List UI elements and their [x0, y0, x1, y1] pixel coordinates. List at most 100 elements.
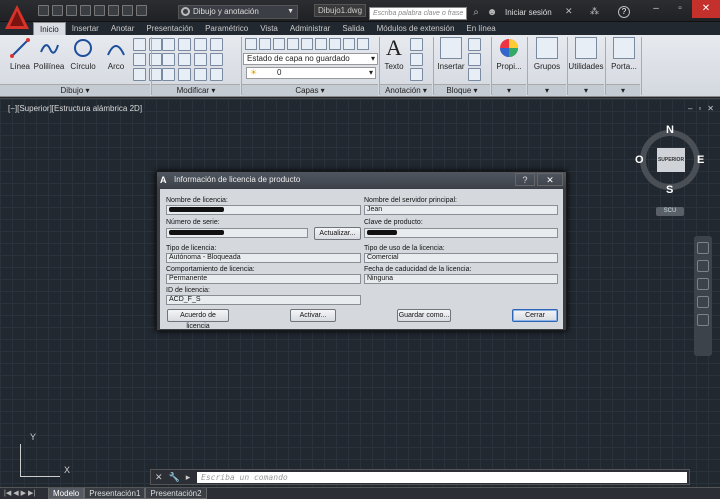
rectangle-icon[interactable]: [133, 38, 146, 51]
steering-wheel-icon[interactable]: [697, 242, 709, 254]
explode-icon[interactable]: [210, 53, 223, 66]
command-prompt-icon[interactable]: ▸: [186, 472, 191, 483]
rotate-icon[interactable]: [178, 38, 191, 51]
tab-salida[interactable]: Salida: [336, 22, 370, 35]
panel-bloque[interactable]: Bloque ▾: [434, 84, 490, 96]
prev-layout-icon[interactable]: ◀: [13, 489, 18, 497]
panel-modificar[interactable]: Modificar ▾: [152, 84, 240, 96]
array-icon[interactable]: [194, 68, 207, 81]
layer-unisolate-icon[interactable]: [343, 38, 355, 50]
search-icon[interactable]: ⌕: [470, 7, 482, 19]
plot-icon[interactable]: [94, 5, 105, 16]
dialog-help-button[interactable]: ?: [515, 173, 535, 186]
next-layout-icon[interactable]: ▶: [21, 489, 26, 497]
panel-dibujo[interactable]: Dibujo ▾: [0, 84, 150, 96]
minimize-button[interactable]: –: [644, 0, 668, 18]
dimension-icon[interactable]: [410, 38, 423, 51]
leader-icon[interactable]: [410, 53, 423, 66]
ellipse-icon[interactable]: [133, 53, 146, 66]
wrench-icon[interactable]: 🔧: [169, 472, 180, 483]
print-icon[interactable]: [108, 5, 119, 16]
tab-insertar[interactable]: Insertar: [66, 22, 105, 35]
compass-south[interactable]: S: [666, 184, 673, 196]
viewcube[interactable]: SUPERIOR N S E O: [635, 124, 704, 196]
save-as-icon[interactable]: [80, 5, 91, 16]
dialog-title-bar[interactable]: A Información de licencia de producto ? …: [157, 172, 566, 188]
application-menu-button[interactable]: [2, 2, 32, 32]
save-icon[interactable]: [66, 5, 77, 16]
erase-icon[interactable]: [210, 38, 223, 51]
tab-en-linea[interactable]: En línea: [460, 22, 501, 35]
panel-utilities-foot[interactable]: ▾: [568, 84, 604, 96]
sign-in-button[interactable]: Iniciar sesión: [505, 8, 552, 17]
stretch-icon[interactable]: [162, 68, 175, 81]
last-layout-icon[interactable]: ▶|: [28, 489, 35, 497]
new-icon[interactable]: [38, 5, 49, 16]
close-icon[interactable]: ✕: [155, 472, 163, 483]
orbit-icon[interactable]: [697, 296, 709, 308]
tab-vista[interactable]: Vista: [254, 22, 284, 35]
tab-parametrico[interactable]: Paramétrico: [199, 22, 254, 35]
pan-icon[interactable]: [697, 260, 709, 272]
viewport-close-button[interactable]: ✕: [707, 104, 714, 113]
layer-freeze-icon[interactable]: [287, 38, 299, 50]
region-icon[interactable]: [133, 68, 146, 81]
panel-clipboard-foot[interactable]: ▾: [606, 84, 640, 96]
command-input[interactable]: Escriba un comando: [197, 472, 687, 483]
tab-administrar[interactable]: Administrar: [284, 22, 336, 35]
zoom-icon[interactable]: [697, 278, 709, 290]
close-button[interactable]: Cerrar: [512, 309, 558, 322]
ucs-menu[interactable]: SCU: [656, 207, 684, 216]
panel-groups-foot[interactable]: ▾: [528, 84, 566, 96]
undo-icon[interactable]: [122, 5, 133, 16]
mirror-icon[interactable]: [178, 53, 191, 66]
layer-isolate-icon[interactable]: [273, 38, 285, 50]
table-annot-icon[interactable]: [410, 68, 423, 81]
update-button[interactable]: Actualizar...: [314, 227, 361, 240]
tab-modelo[interactable]: Modelo: [48, 488, 85, 499]
panel-properties-foot[interactable]: ▾: [492, 84, 526, 96]
properties-tool[interactable]: Propi...: [495, 37, 523, 71]
copy-icon[interactable]: [162, 53, 175, 66]
create-block-icon[interactable]: [468, 38, 481, 51]
insert-tool[interactable]: Insertar: [436, 37, 466, 71]
open-icon[interactable]: [52, 5, 63, 16]
circle-tool[interactable]: Círculo: [69, 37, 97, 71]
fillet-icon[interactable]: [194, 53, 207, 66]
compass-north[interactable]: N: [666, 124, 674, 136]
save-as-button[interactable]: Guardar como...: [397, 309, 451, 322]
layer-properties-icon[interactable]: [245, 38, 257, 50]
license-agreement-button[interactable]: Acuerdo de licencia: [167, 309, 229, 330]
layer-previous-icon[interactable]: [329, 38, 341, 50]
first-layout-icon[interactable]: |◀: [4, 489, 11, 497]
tab-inicio[interactable]: Inicio: [33, 22, 66, 35]
scale-icon[interactable]: [178, 68, 191, 81]
trim-icon[interactable]: [194, 38, 207, 51]
move-icon[interactable]: [162, 38, 175, 51]
groups-tool[interactable]: Grupos: [532, 37, 562, 71]
compass-west[interactable]: O: [635, 154, 644, 166]
layer-match-icon[interactable]: [315, 38, 327, 50]
text-tool[interactable]: A Texto: [382, 37, 406, 72]
layer-off-icon[interactable]: [259, 38, 271, 50]
tab-presentacion1[interactable]: Presentación1: [84, 488, 146, 499]
tab-presentacion[interactable]: Presentación: [140, 22, 199, 35]
arc-tool[interactable]: Arco: [104, 37, 128, 71]
edit-block-icon[interactable]: [468, 53, 481, 66]
search-input[interactable]: Escriba palabra clave o frase: [369, 7, 467, 20]
clipboard-tool[interactable]: Porta...: [610, 37, 638, 71]
workspace-dropdown[interactable]: Dibujo y anotación ▼: [178, 5, 298, 19]
exchange-icon[interactable]: ✕: [565, 6, 573, 17]
viewport-restore-button[interactable]: ▫: [698, 104, 701, 113]
panel-capas[interactable]: Capas ▾: [242, 84, 378, 96]
viewcube-face[interactable]: SUPERIOR: [657, 148, 685, 172]
tab-anotar[interactable]: Anotar: [105, 22, 141, 35]
dialog-close-x-button[interactable]: ✕: [537, 173, 563, 186]
viewport-minimize-button[interactable]: –: [688, 104, 692, 113]
help-button[interactable]: ?: [618, 6, 630, 18]
line-tool[interactable]: Línea: [8, 37, 32, 71]
viewport-controls-label[interactable]: [−][Superior][Estructura alámbrica 2D]: [8, 104, 142, 113]
layer-state-dropdown[interactable]: Estado de capa no guardado ▾: [243, 53, 378, 65]
activate-button[interactable]: Activar...: [290, 309, 336, 322]
layer-dropdown[interactable]: ☀ 0 ▾: [246, 67, 376, 79]
